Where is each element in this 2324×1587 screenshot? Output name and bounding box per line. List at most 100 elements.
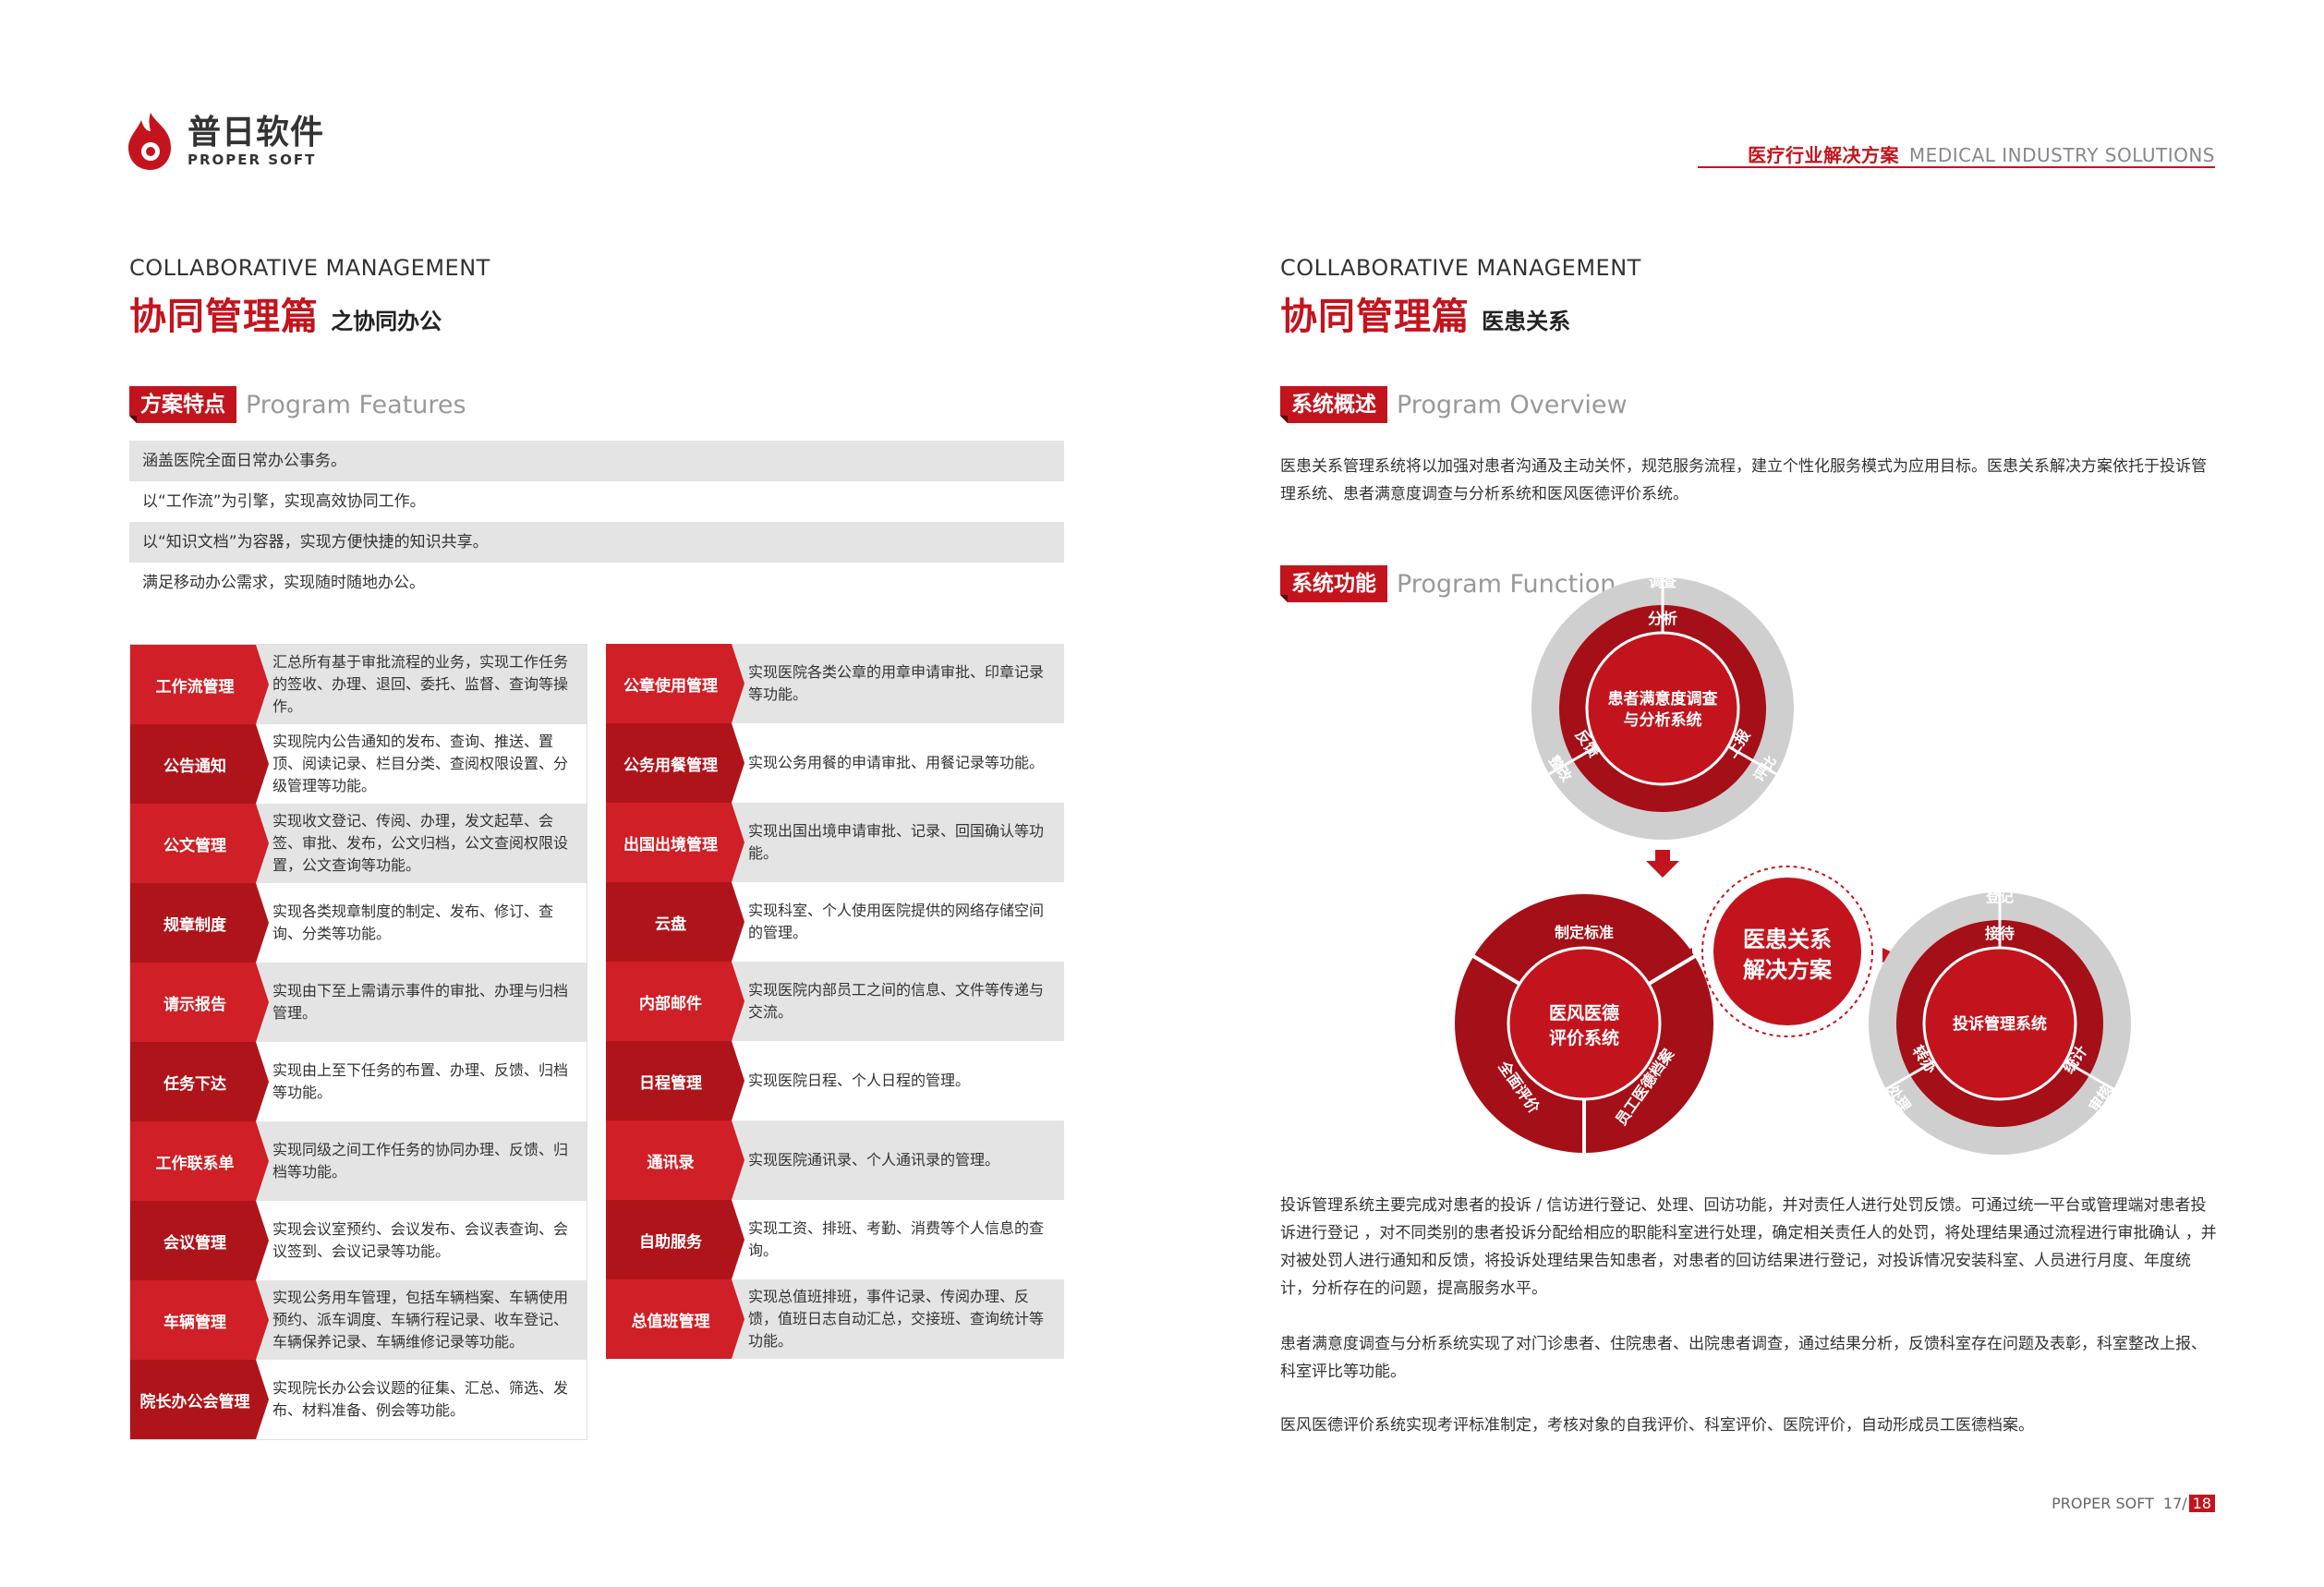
page-footer: PROPER SOFT 17/ 18 — [2052, 1495, 2215, 1512]
brand-logo: 普日软件 PROPER SOFT — [123, 111, 324, 172]
module-desc: 实现公务用餐的申请审批、用餐记录等功能。 — [732, 723, 1064, 803]
satisfaction-system-node: 调查 评比 整改 分析 上报 反馈 患者满意度调查 与分析系统 — [1531, 574, 1794, 840]
module-list-left: 工作流管理 汇总所有基于审批流程的业务，实现工作任务的签收、办理、退回、委托、监督… — [129, 644, 587, 1440]
module-label: 公务用餐管理 — [606, 723, 744, 803]
module-row: 公告通知 实现院内公告通知的发布、查询、推送、置顶、阅读记录、栏目分类、查阅权限设… — [130, 724, 587, 804]
center-label-line2: 解决方案 — [1743, 957, 1833, 983]
paragraph-satisfaction: 患者满意度调查与分析系统实现了对门诊患者、住院患者、出院患者调查，通过结果分析，… — [1280, 1335, 2207, 1381]
features-heading: 方案特点 Program Features — [129, 386, 466, 423]
header-rule — [1698, 166, 2215, 168]
footer-page-left: 17/ — [2162, 1495, 2187, 1512]
center-label-line1: 医患关系 — [1743, 927, 1832, 952]
module-row: 日程管理 实现医院日程、个人日程的管理。 — [606, 1041, 1064, 1121]
module-row: 规章制度 实现各类规章制度的制定、发布、修订、查询、分类等功能。 — [130, 883, 587, 963]
module-label: 通讯录 — [606, 1121, 744, 1200]
module-desc: 实现总值班排班，事件记录、传阅办理、反馈，值班日志自动汇总，交接班、查询统计等功… — [732, 1279, 1064, 1359]
left-inner-label: 制定标准 — [1555, 924, 1614, 941]
paragraph-complaint: 投诉管理系统主要完成对患者的投诉 / 信访进行登记、处理、回访功能，并对责任人进… — [1280, 1196, 2217, 1298]
right-section-cn: 协同管理篇 — [1280, 296, 1470, 338]
module-row: 工作联系单 实现同级之间工作任务的协同办理、反馈、归档等功能。 — [130, 1121, 587, 1201]
overview-text: 医患关系管理系统将以加强对患者沟通及主动关怀，规范服务流程，建立个性化服务模式为… — [1280, 457, 2207, 503]
module-row: 自助服务 实现工资、排班、考勤、消费等个人信息的查询。 — [606, 1200, 1064, 1279]
module-list-right: 公章使用管理 实现医院各类公章的用章申请审批、印章记录等功能。 公务用餐管理 实现公… — [606, 644, 1064, 1359]
feature-item: 涵盖医院全面日常办公事务。 — [129, 441, 1064, 481]
left-section-heading: COLLABORATIVE MANAGEMENT 协同管理篇 之协同办公 — [129, 255, 490, 340]
module-row: 内部邮件 实现医院内部员工之间的信息、文件等传递与交流。 — [606, 962, 1064, 1041]
features-en: Program Features — [246, 390, 466, 419]
features-tag: 方案特点 — [129, 386, 236, 423]
module-label: 自助服务 — [606, 1200, 744, 1279]
module-label: 日程管理 — [606, 1041, 744, 1121]
module-desc: 实现同级之间工作任务的协同办理、反馈、归档等功能。 — [256, 1121, 587, 1201]
left-section-cn: 协同管理篇 — [129, 296, 319, 338]
module-label: 规章制度 — [130, 883, 269, 963]
module-desc: 实现院长办公会议题的征集、汇总、筛选、发布、材料准备、例会等功能。 — [256, 1360, 587, 1439]
solution-title-cn: 医疗行业解决方案 — [1748, 144, 1900, 166]
overview-en: Program Overview — [1397, 390, 1628, 419]
feature-item: 满足移动办公需求，实现随时随地办公。 — [142, 574, 425, 592]
module-label: 公文管理 — [130, 804, 269, 883]
module-desc: 实现收文登记、传阅、办理，发文起草、会签、审批、发布，公文归档，公文查阅权限设置… — [256, 804, 587, 883]
module-desc: 实现院内公告通知的发布、查询、推送、置顶、阅读记录、栏目分类、查阅权限设置、分级… — [256, 724, 587, 804]
module-label: 请示报告 — [130, 963, 269, 1042]
module-label: 出国出境管理 — [606, 803, 744, 882]
module-row: 云盘 实现科室、个人使用医院提供的网络存储空间的管理。 — [606, 882, 1064, 962]
module-label: 院长办公会管理 — [130, 1360, 269, 1439]
module-row: 院长办公会管理 实现院长办公会议题的征集、汇总、筛选、发布、材料准备、例会等功能。 — [130, 1360, 587, 1439]
right-section-en: COLLABORATIVE MANAGEMENT — [1280, 255, 1641, 281]
brand-name-en: PROPER SOFT — [188, 151, 317, 168]
module-label: 云盘 — [606, 882, 744, 962]
left-section-en: COLLABORATIVE MANAGEMENT — [129, 255, 490, 281]
module-desc: 实现各类规章制度的制定、发布、修订、查询、分类等功能。 — [256, 883, 587, 963]
complaint-system-node: 登记 审核 处理 接待 统计 转办 投诉管理系统 — [1869, 889, 2131, 1155]
module-row: 车辆管理 实现公务用车管理，包括车辆档案、车辆使用预约、派车调度、车辆行程记录、收… — [130, 1280, 587, 1360]
footer-page-right: 18 — [2188, 1495, 2215, 1512]
module-row: 请示报告 实现由下至上需请示事件的审批、办理与归档管理。 — [130, 963, 587, 1042]
right-section-heading: COLLABORATIVE MANAGEMENT 协同管理篇 医患关系 — [1280, 255, 1641, 340]
flame-logo-icon — [128, 113, 171, 170]
module-label: 工作联系单 — [130, 1121, 269, 1201]
solution-header: 医疗行业解决方案 MEDICAL INDUSTRY SOLUTIONS — [1748, 140, 2215, 167]
module-desc: 汇总所有基于审批流程的业务，实现工作任务的签收、办理、退回、委托、监督、查询等操… — [256, 645, 587, 724]
module-label: 总值班管理 — [606, 1279, 744, 1359]
module-row: 出国出境管理 实现出国出境申请审批、记录、回国确认等功能。 — [606, 803, 1064, 882]
right-section-sub: 医患关系 — [1482, 309, 1571, 334]
brand-name-cn: 普日软件 — [188, 114, 325, 151]
module-desc: 实现医院日程、个人日程的管理。 — [732, 1041, 1064, 1121]
feature-item: 以“知识文档”为容器，实现方便快捷的知识共享。 — [129, 522, 1064, 563]
module-row: 通讯录 实现医院通讯录、个人通讯录的管理。 — [606, 1121, 1064, 1200]
module-row: 公文管理 实现收文登记、传阅、办理，发文起草、会签、审批、发布，公文归档，公文查阅… — [130, 804, 587, 883]
feature-item: 以“工作流”为引擎，实现高效协同工作。 — [142, 492, 426, 511]
module-desc: 实现会议室预约、会议发布、会议表查询、会议签到、会议记录等功能。 — [256, 1201, 587, 1280]
overview-heading: 系统概述 Program Overview — [1280, 386, 1628, 423]
module-row: 公务用餐管理 实现公务用餐的申请审批、用餐记录等功能。 — [606, 723, 1064, 803]
module-desc: 实现科室、个人使用医院提供的网络存储空间的管理。 — [732, 882, 1064, 962]
top-inner-label: 分析 — [1648, 610, 1677, 627]
solution-diagram: 调查 评比 整改 分析 上报 反馈 患者满意度调查 与分析系统 医患关系 解决方… — [1404, 573, 2171, 1164]
module-row: 公章使用管理 实现医院各类公章的用章申请审批、印章记录等功能。 — [606, 644, 1064, 723]
module-desc: 实现医院通讯录、个人通讯录的管理。 — [732, 1121, 1064, 1200]
ethics-system-node: 制定标准 员工医德档案 全面评价 医风医德 评价系统 — [1455, 894, 1713, 1153]
module-desc: 实现公务用车管理，包括车辆档案、车辆使用预约、派车调度、车辆行程记录、收车登记、… — [256, 1280, 587, 1360]
paragraph-ethics: 医风医德评价系统实现考评标准制定，考核对象的自我评价、科室评价、医院评价，自动形… — [1280, 1416, 2034, 1435]
module-row: 工作流管理 汇总所有基于审批流程的业务，实现工作任务的签收、办理、退回、委托、监督… — [130, 645, 587, 724]
module-desc: 实现工资、排班、考勤、消费等个人信息的查询。 — [732, 1200, 1064, 1279]
top-core-line2: 与分析系统 — [1624, 710, 1702, 730]
module-label: 公告通知 — [130, 724, 269, 804]
module-label: 车辆管理 — [130, 1280, 269, 1360]
features-list: 涵盖医院全面日常办公事务。 以“工作流”为引擎，实现高效协同工作。 以“知识文档… — [129, 441, 1064, 603]
module-desc: 实现由上至下任务的布置、办理、反馈、归档等功能。 — [256, 1042, 587, 1121]
top-outer-label: 调查 — [1649, 574, 1677, 590]
left-core-line2: 评价系统 — [1549, 1027, 1619, 1048]
module-label: 会议管理 — [130, 1201, 269, 1280]
module-row: 任务下达 实现由上至下任务的布置、办理、反馈、归档等功能。 — [130, 1042, 587, 1121]
right-inner-label: 接待 — [1985, 925, 2015, 942]
left-core-line1: 医风医德 — [1549, 1002, 1619, 1024]
module-row: 总值班管理 实现总值班排班，事件记录、传阅办理、反馈，值班日志自动汇总，交接班、查… — [606, 1279, 1064, 1359]
solution-diagram-svg: 调查 评比 整改 分析 上报 反馈 患者满意度调查 与分析系统 医患关系 解决方… — [1455, 574, 2131, 1155]
center-solution-node: 医患关系 解决方案 — [1701, 866, 1873, 1037]
solution-title-en: MEDICAL INDUSTRY SOLUTIONS — [1908, 144, 2215, 166]
right-outer-label: 登记 — [1985, 889, 2014, 905]
module-desc: 实现由下至上需请示事件的审批、办理与归档管理。 — [256, 963, 587, 1042]
module-label: 公章使用管理 — [606, 644, 744, 723]
